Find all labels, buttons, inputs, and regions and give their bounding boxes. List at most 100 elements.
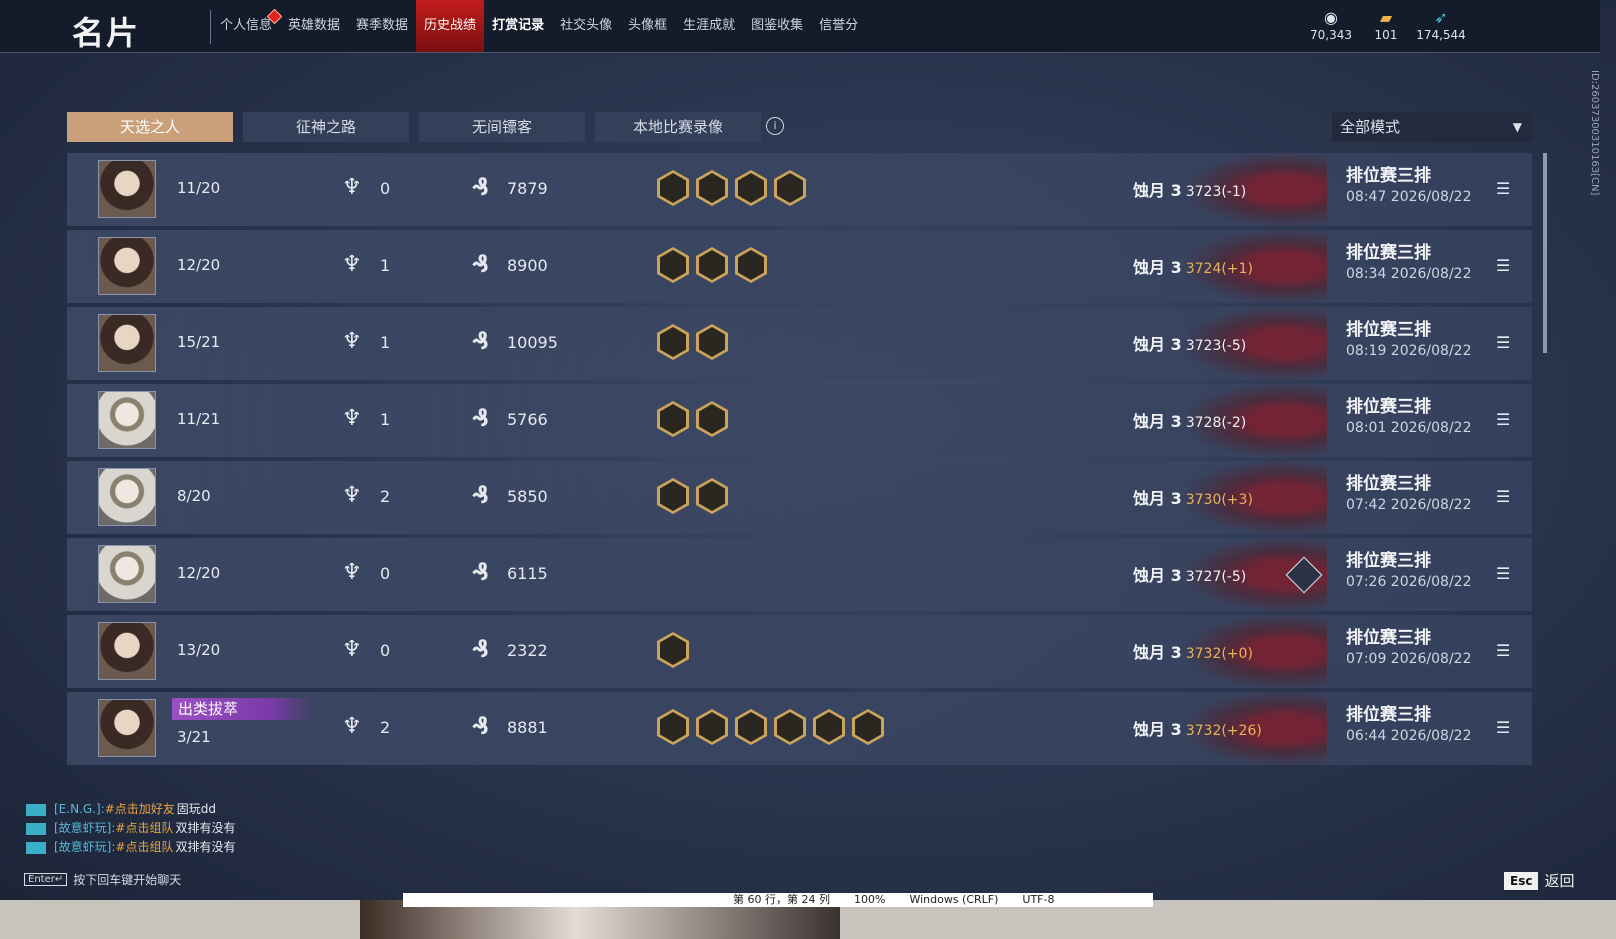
list-menu-icon[interactable]: ☰ xyxy=(1496,641,1510,660)
tab-zhengshen[interactable]: 征神之路 xyxy=(243,112,409,142)
match-time: 08:47 2026/08/22 xyxy=(1346,189,1472,205)
match-type: 排位赛三排 xyxy=(1346,705,1431,725)
trophy-count: 2 xyxy=(380,487,391,506)
match-row[interactable]: 11/20 ♆ 0 ₰ 7879 蚀月 3 3723(-1) 排位赛三排 08:47 2026/… xyxy=(67,153,1532,226)
achievement-badges xyxy=(657,401,728,437)
status-line-ending: Windows (CRLF) xyxy=(909,893,999,906)
nav-item-label: 打赏记录 xyxy=(492,18,545,33)
list-menu-icon[interactable]: ☰ xyxy=(1496,333,1510,352)
kda-text: 11/21 xyxy=(177,410,221,428)
match-type: 排位赛三排 xyxy=(1346,474,1431,494)
match-row[interactable]: 11/21 ♆ 1 ₰ 5766 蚀月 3 3728(-2) 排位赛三排 08:01 2026/… xyxy=(67,384,1532,457)
chat-line: [E.N.G.]: #点击加好友 固玩dd xyxy=(26,800,236,819)
nav-item-8[interactable]: 图鉴收集 xyxy=(743,0,811,52)
status-zoom: 100% xyxy=(853,893,886,906)
achievement-badge-icon[interactable] xyxy=(852,709,884,745)
match-type: 排位赛三排 xyxy=(1346,628,1431,648)
back-button[interactable]: Esc 返回 xyxy=(1504,870,1574,891)
chat-message: 固玩dd xyxy=(176,802,217,816)
match-row[interactable]: 13/20 ♆ 0 ₰ 2322 蚀月 3 3732(+0) 排位赛三排 07:09 2026/… xyxy=(67,615,1532,688)
tab-tianxuan[interactable]: 天选之人 xyxy=(67,112,233,142)
chat-action-link[interactable]: #点击加好友 xyxy=(105,800,175,819)
nav-item-2[interactable]: 赛季数据 xyxy=(348,0,416,52)
nav-item-label: 信誉分 xyxy=(819,18,859,33)
achievement-badge-icon[interactable] xyxy=(657,478,689,514)
chat-sender[interactable]: [故意虾玩]: xyxy=(54,819,115,838)
achievement-badges xyxy=(657,709,884,745)
list-menu-icon[interactable]: ☰ xyxy=(1496,410,1510,429)
rank-tier: 蚀月 3 xyxy=(1133,720,1182,739)
achievement-badge-icon[interactable] xyxy=(696,709,728,745)
nav-item-3[interactable]: 历史战绩 xyxy=(416,0,485,52)
nav-item-label: 社交头像 xyxy=(560,18,613,33)
chat-sender[interactable]: [故意虾玩]: xyxy=(54,838,115,857)
achievement-badge-icon[interactable] xyxy=(657,247,689,283)
match-row[interactable]: 出类拔萃 3/21 ♆ 2 ₰ 8881 蚀月 3 3732(+26) 排位赛三排 06:44 2… xyxy=(67,692,1532,765)
match-row[interactable]: 12/20 ♆ 0 ₰ 6115 蚀月 3 3727(-5) 排位赛三排 07:26 2026/… xyxy=(67,538,1532,611)
achievement-badge-icon[interactable] xyxy=(657,709,689,745)
mode-tabs: 天选之人 征神之路 无间镖客 本地比赛录像 xyxy=(67,112,761,142)
list-menu-icon[interactable]: ☰ xyxy=(1496,718,1510,737)
nav-item-6[interactable]: 头像框 xyxy=(620,0,675,52)
match-time: 07:42 2026/08/22 xyxy=(1346,497,1472,513)
achievement-badge-icon[interactable] xyxy=(657,401,689,437)
achievement-badges xyxy=(657,247,767,283)
tab-wujian[interactable]: 无间镖客 xyxy=(419,112,585,142)
coin-count: 5850 xyxy=(507,487,548,506)
esc-key: Esc xyxy=(1504,871,1539,890)
rank-info: 蚀月 3 3723(-5) xyxy=(1133,331,1246,355)
kda-text: 12/20 xyxy=(177,256,221,274)
tab-local-replay[interactable]: 本地比赛录像 xyxy=(595,112,761,142)
list-menu-icon[interactable]: ☰ xyxy=(1496,564,1510,583)
nav-item-0[interactable]: 个人信息 xyxy=(212,0,283,52)
chat-action-link[interactable]: #点击组队 xyxy=(115,819,173,838)
coin-count: 6115 xyxy=(507,564,548,583)
achievement-badge-icon[interactable] xyxy=(774,170,806,206)
achievement-badge-icon[interactable] xyxy=(696,478,728,514)
rank-tier: 蚀月 3 xyxy=(1133,181,1182,200)
nav-item-9[interactable]: 信誉分 xyxy=(811,0,866,52)
trophy-count: 0 xyxy=(380,179,391,198)
list-menu-icon[interactable]: ☰ xyxy=(1496,487,1510,506)
achievement-badge-icon[interactable] xyxy=(696,170,728,206)
trophy-count: 1 xyxy=(380,256,391,275)
achievement-badge-icon[interactable] xyxy=(657,324,689,360)
coin-icon: ₰ xyxy=(472,250,489,278)
rank-score: 3732(+0) xyxy=(1185,646,1253,662)
achievement-badge-icon[interactable] xyxy=(735,709,767,745)
kda-text: 13/20 xyxy=(177,641,221,659)
nav-item-7[interactable]: 生涯成就 xyxy=(675,0,743,52)
list-menu-icon[interactable]: ☰ xyxy=(1496,179,1510,198)
achievement-badge-icon[interactable] xyxy=(735,247,767,283)
achievement-badge-icon[interactable] xyxy=(774,709,806,745)
hero-avatar xyxy=(98,622,156,680)
achievement-badges xyxy=(657,170,806,206)
chat-action-link[interactable]: #点击组队 xyxy=(115,838,173,857)
match-row[interactable]: 15/21 ♆ 1 ₰ 10095 蚀月 3 3723(-5) 排位赛三排 08:19 2026… xyxy=(67,307,1532,380)
list-menu-icon[interactable]: ☰ xyxy=(1496,256,1510,275)
kda-text: 11/20 xyxy=(177,179,221,197)
achievement-badge-icon[interactable] xyxy=(696,401,728,437)
achievement-badge-icon[interactable] xyxy=(657,170,689,206)
rank-info: 蚀月 3 3732(+0) xyxy=(1133,639,1253,663)
mode-select[interactable]: 全部模式 ▼ xyxy=(1332,112,1532,142)
achievement-badge-icon[interactable] xyxy=(657,632,689,668)
match-row[interactable]: 12/20 ♆ 1 ₰ 8900 蚀月 3 3724(+1) 排位赛三排 08:34 2026/… xyxy=(67,230,1532,303)
achievement-badge-icon[interactable] xyxy=(696,324,728,360)
achievement-badge-icon[interactable] xyxy=(813,709,845,745)
trophy-count: 1 xyxy=(380,410,391,429)
nav-item-4[interactable]: 打赏记录 xyxy=(484,0,552,52)
achievement-badge-icon[interactable] xyxy=(696,247,728,283)
match-row[interactable]: 8/20 ♆ 2 ₰ 5850 蚀月 3 3730(+3) 排位赛三排 07:42 2026/0… xyxy=(67,461,1532,534)
nav-item-1[interactable]: 英雄数据 xyxy=(280,0,348,52)
chat-channel-icon xyxy=(26,822,46,835)
chat-sender[interactable]: [E.N.G.]: xyxy=(54,800,105,819)
coin-count: 5766 xyxy=(507,410,548,429)
player-id: ID:2603730031016З[CN] xyxy=(1589,70,1600,196)
achievement-badge-icon[interactable] xyxy=(735,170,767,206)
nav-item-5[interactable]: 社交头像 xyxy=(552,0,620,52)
rank-tier: 蚀月 3 xyxy=(1133,412,1182,431)
match-history-list: 11/20 ♆ 0 ₰ 7879 蚀月 3 3723(-1) 排位赛三排 08:47 2026/… xyxy=(67,153,1532,769)
info-icon[interactable]: i xyxy=(766,117,784,135)
list-scrollbar[interactable] xyxy=(1543,153,1547,353)
